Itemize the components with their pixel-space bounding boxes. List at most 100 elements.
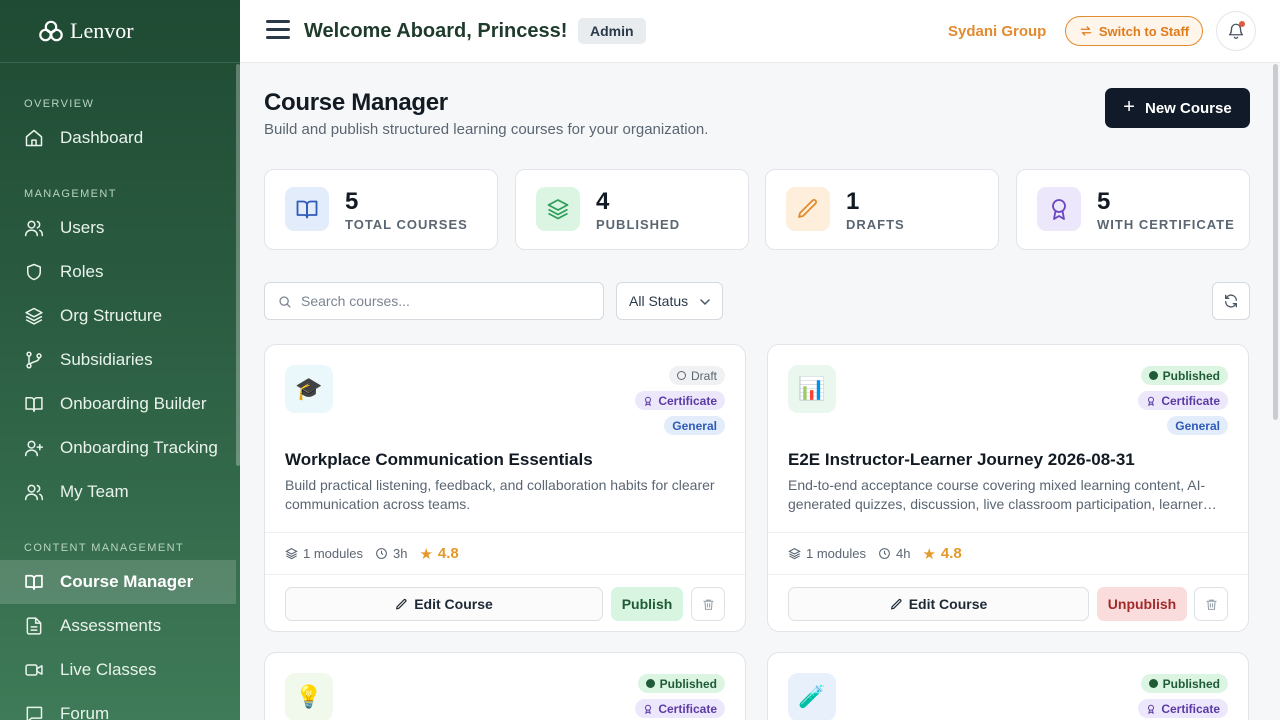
award-icon [645, 704, 652, 714]
git-branch-icon [24, 350, 44, 370]
modules-count: 1 modules [285, 546, 363, 561]
sidebar-item-roles[interactable]: Roles [0, 250, 236, 294]
edit-course-button[interactable]: Edit Course [788, 587, 1089, 621]
stat-label: Drafts [846, 217, 905, 232]
duration: 4h [878, 546, 910, 561]
sidebar-item-dashboard[interactable]: Dashboard [0, 116, 236, 160]
stat-label: Published [596, 217, 681, 232]
rating-value: 4.8 [940, 545, 962, 562]
sidebar-item-label: Org Structure [60, 306, 163, 325]
status-badge-label: Published [1162, 676, 1220, 691]
sidebar-item-my-team[interactable]: My Team [0, 470, 236, 514]
rating-value: 4.8 [437, 545, 459, 562]
notification-dot [1239, 21, 1245, 27]
delete-course-button[interactable] [691, 587, 725, 621]
award-icon [1148, 704, 1155, 714]
layers-icon [285, 548, 298, 560]
course-card[interactable]: 💡 Published Certificate [264, 652, 746, 720]
page-subtitle: Build and publish structured learning co… [264, 121, 709, 138]
certificate-badge: Certificate [1138, 699, 1228, 718]
sidebar-item-subsidiaries[interactable]: Subsidiaries [0, 338, 236, 382]
sidebar-scrollbar[interactable] [236, 64, 240, 466]
award-icon [645, 396, 652, 406]
stat-card-published: 4 Published [515, 169, 749, 250]
certificate-badge: Certificate [1138, 391, 1228, 410]
certificate-badge-label: Certificate [658, 701, 717, 716]
pencil-icon [396, 598, 407, 609]
award-icon [1037, 187, 1081, 231]
modules-label: 1 modules [303, 546, 363, 561]
category-badge: General [664, 416, 725, 435]
stat-value: 4 [596, 188, 610, 215]
course-actions: Edit Course Publish [265, 574, 745, 631]
badge-group: Published Certificate General [1138, 366, 1228, 435]
video-icon [24, 660, 44, 680]
stat-card-drafts: 1 Drafts [765, 169, 999, 250]
course-description: End-to-end acceptance course covering mi… [788, 477, 1217, 512]
duration-label: 4h [895, 546, 911, 561]
shield-icon [24, 262, 44, 282]
sidebar-item-label: Live Classes [60, 660, 157, 679]
status-badge-label: Published [1162, 368, 1220, 383]
refresh-button[interactable] [1212, 282, 1250, 320]
users-icon [24, 482, 44, 502]
pencil-icon [786, 187, 830, 231]
course-card[interactable]: 🧪 Published Certificate [767, 652, 1249, 720]
switch-to-staff-button[interactable]: Switch to Staff [1065, 16, 1203, 46]
role-badge: Admin [578, 18, 646, 44]
brand[interactable]: Lenvor [0, 0, 240, 63]
sidebar-item-org-structure[interactable]: Org Structure [0, 294, 236, 338]
menu-icon[interactable] [266, 20, 290, 40]
new-course-label: New Course [1144, 99, 1232, 117]
bar-chart-icon: 📊 [788, 365, 836, 413]
book-open-icon [24, 572, 44, 592]
sidebar-item-label: Onboarding Tracking [60, 438, 218, 457]
new-course-button[interactable]: + New Course [1105, 88, 1250, 128]
switch-label: Switch to Staff [1098, 23, 1190, 39]
sidebar-item-assessments[interactable]: Assessments [0, 604, 236, 648]
certificate-badge-label: Certificate [1161, 393, 1220, 408]
sidebar-item-label: Assessments [60, 616, 162, 635]
sidebar-item-label: Subsidiaries [60, 350, 153, 369]
star-icon: ★ [419, 544, 433, 563]
clock-icon [879, 548, 890, 559]
main-scrollbar[interactable] [1273, 64, 1278, 420]
stat-value: 5 [1097, 188, 1111, 215]
book-open-icon [285, 187, 329, 231]
sidebar-item-course-manager[interactable]: Course Manager [0, 560, 236, 604]
course-card[interactable]: 📊 Published Certificate General E2E Inst… [767, 344, 1249, 632]
trash-icon [1205, 599, 1217, 610]
course-card[interactable]: 🎓 Draft Certificate General Workplace Co… [264, 344, 746, 632]
status-badge-label: Published [659, 676, 717, 691]
sidebar-item-label: Roles [60, 262, 104, 281]
status-filter-select[interactable]: All Status [616, 282, 723, 320]
layers-icon [24, 306, 44, 326]
sidebar: Lenvor Overview Management Content Manag… [0, 0, 240, 720]
course-meta: 1 modules 3h ★ 4.8 [265, 532, 745, 574]
status-badge-label: Draft [690, 368, 717, 383]
publish-button[interactable]: Publish [611, 587, 683, 621]
search-input[interactable] [301, 283, 591, 319]
sidebar-item-forum[interactable]: Forum [0, 692, 236, 720]
pencil-icon [890, 598, 902, 609]
edit-course-button[interactable]: Edit Course [285, 587, 603, 621]
status-badge: Published [1140, 674, 1228, 693]
topbar: Welcome Aboard, Princess! Admin Sydani G… [240, 0, 1280, 63]
home-icon [24, 128, 44, 148]
rating: ★ 4.8 [922, 545, 961, 563]
published-dot-icon [1148, 679, 1158, 688]
trash-icon [702, 599, 714, 610]
sidebar-item-onboarding-tracking[interactable]: Onboarding Tracking [0, 426, 236, 470]
star-icon: ★ [922, 544, 936, 563]
sidebar-item-live-classes[interactable]: Live Classes [0, 648, 236, 692]
notifications-button[interactable] [1216, 11, 1256, 51]
delete-course-button[interactable] [1194, 587, 1228, 621]
org-name[interactable]: Sydani Group [948, 23, 1046, 40]
sidebar-item-onboarding-builder[interactable]: Onboarding Builder [0, 382, 236, 426]
sidebar-item-users[interactable]: Users [0, 206, 236, 250]
unpublish-button[interactable]: Unpublish [1097, 587, 1187, 621]
rating: ★ 4.8 [419, 545, 458, 563]
layers-icon [788, 548, 801, 560]
stat-card-with-certificate: 5 With Certificate [1016, 169, 1250, 250]
search-box[interactable] [264, 282, 604, 320]
